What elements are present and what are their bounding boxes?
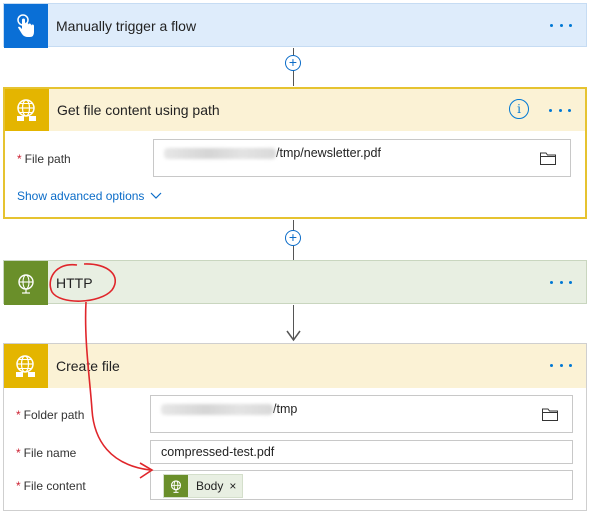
trigger-title: Manually trigger a flow (56, 18, 197, 34)
file-path-input[interactable]: /tmp/newsletter.pdf (153, 139, 571, 177)
get-file-header[interactable]: Get file content using path i (5, 89, 585, 131)
file-path-label: * File path (17, 152, 71, 166)
file-path-row: * File path (17, 152, 153, 166)
insert-step-icon[interactable]: + (285, 55, 301, 71)
touch-icon (4, 4, 48, 48)
create-file-card[interactable]: Create file * Folder path /tmp * File name… (3, 343, 587, 511)
chevron-down-icon (151, 192, 162, 199)
folder-path-input[interactable]: /tmp (150, 395, 573, 433)
folder-path-row: * Folder path (16, 408, 152, 422)
insert-step-icon[interactable]: + (285, 230, 301, 246)
file-content-row: * File content (16, 479, 152, 493)
file-content-label: * File content (16, 479, 86, 493)
body-token[interactable]: Body × (163, 474, 244, 498)
get-file-content-card[interactable]: Get file content using path i * File path… (3, 87, 587, 219)
http-card[interactable]: HTTP (3, 260, 587, 305)
remove-token-icon[interactable]: × (229, 479, 242, 493)
arrow-down-icon (286, 330, 301, 342)
trigger-header[interactable]: Manually trigger a flow (4, 4, 586, 48)
create-file-title: Create file (56, 358, 120, 374)
sftp-globe-icon (4, 344, 48, 388)
folder-path-label: * Folder path (16, 408, 85, 422)
http-header[interactable]: HTTP (4, 261, 586, 305)
trigger-card[interactable]: Manually trigger a flow (3, 3, 587, 48)
folder-icon[interactable] (542, 408, 558, 421)
sftp-globe-icon (5, 89, 49, 131)
redacted-path (164, 147, 276, 159)
folder-icon[interactable] (540, 152, 556, 165)
show-advanced-options-link[interactable]: Show advanced options (17, 189, 162, 203)
globe-icon (164, 475, 188, 497)
file-name-row: * File name (16, 446, 152, 460)
get-file-more-menu-icon[interactable] (549, 102, 571, 118)
http-more-menu-icon[interactable] (550, 274, 572, 290)
file-content-input[interactable]: Body × (150, 470, 573, 500)
file-name-input[interactable]: compressed-test.pdf (150, 440, 573, 464)
globe-icon (4, 261, 48, 305)
http-title: HTTP (56, 275, 93, 291)
trigger-more-menu-icon[interactable] (550, 17, 572, 33)
redacted-path (161, 403, 273, 415)
body-token-label: Body (196, 479, 224, 493)
info-icon[interactable]: i (509, 99, 529, 119)
create-file-more-menu-icon[interactable] (550, 357, 572, 373)
file-name-label: * File name (16, 446, 77, 460)
create-file-header[interactable]: Create file (4, 344, 586, 388)
get-file-title: Get file content using path (57, 102, 220, 118)
